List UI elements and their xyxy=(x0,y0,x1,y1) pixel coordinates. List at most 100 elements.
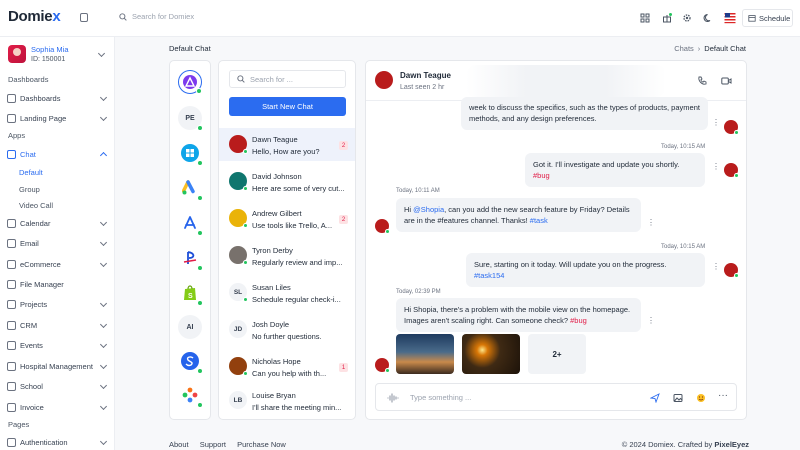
start-new-chat-button[interactable]: Start New Chat xyxy=(229,97,346,116)
app-shortcut-windows[interactable] xyxy=(178,141,203,166)
phone-icon[interactable] xyxy=(697,76,707,86)
conversation-item[interactable]: David Johnson Here are some of very cut.… xyxy=(219,165,355,198)
voice-wave-icon[interactable] xyxy=(387,393,399,403)
chevron-down-icon[interactable] xyxy=(97,49,106,58)
app-shortcut-joomla[interactable] xyxy=(178,383,203,408)
footer: About Support Purchase Now © 2024 Domiex… xyxy=(169,440,749,449)
more-images-tile[interactable]: 2+ xyxy=(528,334,586,374)
gift-icon[interactable] xyxy=(662,13,672,23)
app-shortcut-appstore[interactable] xyxy=(178,211,203,236)
conversation-item[interactable]: LB Louise Bryan I'll share the meeting m… xyxy=(219,384,355,417)
sidebar-sub-video-call[interactable]: Video Call xyxy=(19,201,53,210)
sidebar-item-school[interactable]: School xyxy=(7,379,108,393)
app-shortcut-s-logo[interactable] xyxy=(178,349,203,374)
more-options-icon[interactable]: ⋮ xyxy=(712,119,720,129)
app-shortcut-google-ads[interactable] xyxy=(178,176,203,201)
crm-icon xyxy=(7,320,16,330)
sidebar-item-landing-page[interactable]: Landing Page xyxy=(7,111,108,125)
app-shortcut-arc[interactable] xyxy=(178,70,202,94)
shopify-icon: S xyxy=(184,285,196,300)
online-indicator xyxy=(197,160,203,166)
message-bubble: Hi Shopia, there's a problem with the mo… xyxy=(396,298,641,332)
avatar: JD xyxy=(229,320,247,338)
message-bubble: Got it. I'll investigate and update you … xyxy=(525,153,705,187)
logo[interactable]: Domiex xyxy=(8,8,61,25)
author-link[interactable]: PixelEyez xyxy=(714,440,749,449)
conversation-item[interactable]: JD Josh Doyle No further questions. xyxy=(219,313,355,346)
unread-badge: 2 xyxy=(339,215,348,224)
breadcrumb-parent[interactable]: Chats xyxy=(674,44,694,53)
sidebar-toggle-icon[interactable] xyxy=(80,13,88,22)
contact-status: Last seen 2 hr xyxy=(400,84,445,91)
send-icon[interactable] xyxy=(650,393,660,403)
online-indicator xyxy=(243,149,248,154)
hospital-icon xyxy=(7,361,16,371)
image-attachment[interactable] xyxy=(396,334,454,374)
sidebar-sub-group[interactable]: Group xyxy=(19,185,40,194)
apps-grid-icon[interactable] xyxy=(640,13,650,23)
app-shortcut-ai[interactable]: AI xyxy=(178,315,202,339)
avatar xyxy=(375,71,393,89)
sidebar-item-calendar[interactable]: Calendar xyxy=(7,216,108,230)
footer-link-purchase[interactable]: Purchase Now xyxy=(237,440,286,449)
online-indicator xyxy=(734,130,739,135)
conversation-item[interactable]: Tyron Derby Regularly review and imp... xyxy=(219,239,355,272)
sidebar-item-hospital-management[interactable]: Hospital Management xyxy=(7,359,108,373)
image-icon[interactable] xyxy=(673,393,683,403)
avatar xyxy=(229,246,248,265)
sidebar-item-file-manager[interactable]: File Manager xyxy=(7,277,108,291)
settings-icon[interactable] xyxy=(682,13,692,23)
chevron-down-icon xyxy=(99,259,108,268)
chevron-down-icon xyxy=(99,113,108,122)
conversation-item[interactable]: Dawn Teague Hello, How are you? 2 xyxy=(219,128,355,161)
chevron-right-icon: › xyxy=(697,44,701,53)
section-pages: Pages xyxy=(8,420,30,429)
conversation-item[interactable]: SL Susan Liles Schedule regular check-i.… xyxy=(219,276,355,309)
sidebar-item-authentication[interactable]: Authentication xyxy=(7,435,108,449)
schedule-button[interactable]: Schedule xyxy=(742,9,793,27)
footer-link-support[interactable]: Support xyxy=(200,440,226,449)
sidebar-item-events[interactable]: Events xyxy=(7,338,108,352)
app-shortcut-playstation[interactable] xyxy=(178,246,203,271)
online-indicator xyxy=(197,402,203,408)
chevron-up-icon xyxy=(99,151,108,160)
apps-column: PE S AI xyxy=(169,60,211,420)
more-horizontal-icon[interactable]: ··· xyxy=(718,390,728,401)
message-composer[interactable]: Type something ... ··· xyxy=(375,383,737,411)
unread-badge: 1 xyxy=(339,363,348,372)
sidebar-item-email[interactable]: Email xyxy=(7,236,108,250)
user-profile[interactable]: Sophia Mia ID: 150001 xyxy=(8,45,108,63)
app-shortcut-shopify[interactable]: S xyxy=(178,281,203,306)
more-options-icon[interactable]: ⋮ xyxy=(712,163,720,173)
search-icon xyxy=(119,12,127,21)
image-attachment[interactable] xyxy=(462,334,520,374)
sidebar-sub-default[interactable]: Default xyxy=(19,168,43,177)
message-input[interactable]: Type something ... xyxy=(410,393,471,402)
sidebar-item-projects[interactable]: Projects xyxy=(7,297,108,311)
page-title: Default Chat xyxy=(169,44,211,53)
emoji-icon[interactable] xyxy=(696,393,706,403)
online-indicator xyxy=(734,173,739,178)
more-options-icon[interactable]: ⋮ xyxy=(647,219,655,229)
moon-icon[interactable] xyxy=(703,13,713,23)
sidebar-item-ecommerce[interactable]: eCommerce xyxy=(7,257,108,271)
online-indicator xyxy=(197,195,203,201)
global-search[interactable]: Search for Domiex xyxy=(119,12,194,21)
flag-icon[interactable] xyxy=(724,12,736,24)
chat-search-input[interactable]: Search for ... xyxy=(229,70,346,88)
more-options-icon[interactable]: ⋮ xyxy=(712,263,720,273)
sidebar-item-chat[interactable]: Chat xyxy=(7,147,108,161)
footer-link-about[interactable]: About xyxy=(169,440,189,449)
avatar xyxy=(229,135,248,154)
conversation-item[interactable]: Andrew Gilbert Use tools like Trello, A.… xyxy=(219,202,355,235)
avatar xyxy=(8,45,26,63)
sidebar-item-invoice[interactable]: Invoice xyxy=(7,400,108,414)
user-id: ID: 150001 xyxy=(31,56,66,63)
conversation-item[interactable]: Nicholas Hope Can you help with th... 1 xyxy=(219,350,355,383)
more-options-icon[interactable]: ⋮ xyxy=(647,317,655,327)
user-name: Sophia Mia xyxy=(31,45,69,54)
sidebar-item-dashboards[interactable]: Dashboards xyxy=(7,91,108,105)
video-icon[interactable] xyxy=(721,76,732,86)
sidebar-item-crm[interactable]: CRM xyxy=(7,318,108,332)
app-shortcut-pe[interactable]: PE xyxy=(178,106,203,131)
